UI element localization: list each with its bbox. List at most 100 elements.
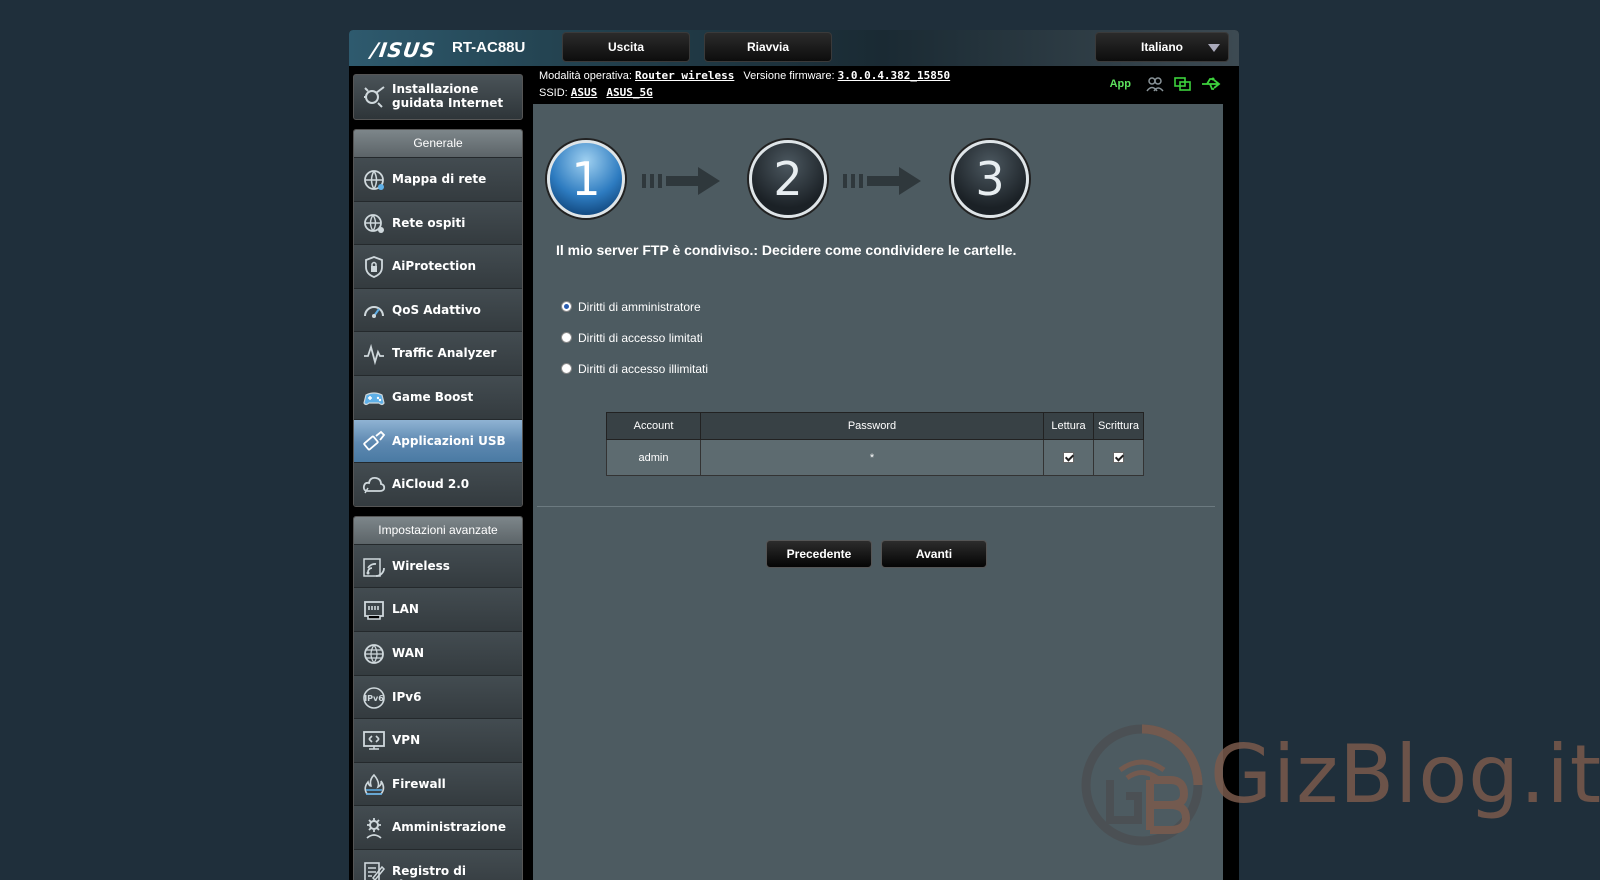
divider xyxy=(537,506,1215,507)
sidebar-item-mappa-di-rete[interactable]: Mappa di rete xyxy=(354,157,522,201)
radio-limited-access[interactable]: Diritti di accesso limitati xyxy=(561,331,703,345)
wizard-wand-icon xyxy=(364,86,385,108)
radio-dot[interactable] xyxy=(561,363,572,374)
radio-unlimited-access[interactable]: Diritti di accesso illimitati xyxy=(561,362,708,376)
usb-apps-icon xyxy=(363,430,386,450)
sidebar-item-label: Traffic Analyzer xyxy=(392,346,497,361)
radio-label: Diritti di accesso illimitati xyxy=(578,362,709,376)
table-header-row: Account Password Lettura Scrittura xyxy=(606,412,1144,440)
firmware-label: Versione firmware: xyxy=(743,70,835,82)
quick-internet-setup-button[interactable]: Installazione guidata Internet xyxy=(353,74,523,120)
col-header-password: Password xyxy=(700,412,1044,440)
watermark-text: GizBlog.it xyxy=(1210,728,1600,821)
gauge-icon xyxy=(364,305,384,318)
sidebar-item-amministrazione[interactable]: Amministrazione xyxy=(354,805,522,849)
reboot-button[interactable]: Riavvia xyxy=(704,32,832,62)
chevron-down-icon xyxy=(1208,44,1220,52)
guest-network-icon xyxy=(364,213,384,233)
step-arrow-icon xyxy=(642,167,720,195)
sidebar-item-lan[interactable]: LAN xyxy=(354,587,522,631)
clients-icon[interactable] xyxy=(1145,76,1165,92)
usb-icon[interactable] xyxy=(1201,76,1221,92)
network-map-icon xyxy=(364,170,384,190)
gizblog-logo-icon xyxy=(1081,724,1203,846)
read-checkbox[interactable] xyxy=(1063,452,1074,464)
step-indicator-2: 2 xyxy=(749,140,827,218)
language-select[interactable]: Italiano xyxy=(1095,32,1229,62)
read-cell xyxy=(1043,439,1094,476)
advanced-menu-header: Impostazioni avanzate xyxy=(354,516,522,544)
sidebar-item-traffic-analyzer[interactable]: Traffic Analyzer xyxy=(354,331,522,375)
asus-logo: /ISUS xyxy=(369,38,438,62)
write-cell xyxy=(1093,439,1144,476)
cloud-icon xyxy=(362,477,386,494)
page-title: Il mio server FTP è condiviso.: Decidere… xyxy=(556,242,1017,258)
sidebar-item-vpn[interactable]: VPN xyxy=(354,718,522,762)
table-row: admin * xyxy=(606,439,1144,476)
next-button[interactable]: Avanti xyxy=(881,540,987,568)
col-header-write: Scrittura xyxy=(1093,412,1144,440)
globe-icon xyxy=(364,644,384,664)
step-indicator-3: 3 xyxy=(951,140,1029,218)
status-icons: App xyxy=(1110,76,1221,92)
sidebar: Installazione guidata Internet Generale … xyxy=(353,74,523,880)
radio-label: Diritti di accesso limitati xyxy=(578,331,703,345)
sidebar-item-label: Rete ospiti xyxy=(392,215,466,230)
top-header: /ISUS RT-AC88U Uscita Riavvia Italiano xyxy=(349,30,1239,66)
sidebar-item-rete-ospiti[interactable]: Rete ospiti xyxy=(354,200,522,245)
sidebar-item-qos-adattivo[interactable]: QoS Adattivo xyxy=(354,287,522,332)
radio-dot[interactable] xyxy=(561,301,572,312)
sidebar-item-game-boost[interactable]: Game Boost xyxy=(354,374,522,419)
sidebar-item-label: Wireless xyxy=(392,558,450,573)
sidebar-item-label: LAN xyxy=(392,602,419,617)
app-link[interactable]: App xyxy=(1110,78,1131,90)
ssid-link-5ghz[interactable]: ASUS_5G xyxy=(606,86,652,99)
operation-mode-link[interactable]: Router wireless xyxy=(635,69,734,82)
firmware-version-link[interactable]: 3.0.0.4.382_15850 xyxy=(838,69,951,82)
sidebar-item-wan[interactable]: WAN xyxy=(354,630,522,675)
sidebar-item-aiprotection[interactable]: AiProtection xyxy=(354,244,522,288)
sidebar-item-aicloud-2-0[interactable]: AiCloud 2.0 xyxy=(354,462,522,506)
account-cell: admin xyxy=(606,439,701,476)
quick-setup-label: Installazione guidata Internet xyxy=(392,82,504,110)
shield-lock-icon xyxy=(365,256,383,279)
sidebar-item-applicazioni-usb[interactable]: Applicazioni USB xyxy=(354,418,522,463)
vpn-icon xyxy=(363,731,385,750)
traffic-analyzer-icon xyxy=(364,344,384,366)
logout-button[interactable]: Uscita xyxy=(562,32,690,62)
sidebar-item-label: AiCloud 2.0 xyxy=(392,477,470,492)
radio-label: Diritti di amministratore xyxy=(578,300,701,314)
col-header-account: Account xyxy=(606,412,701,440)
previous-button[interactable]: Precedente xyxy=(766,540,872,568)
sidebar-item-label: Registro di sistema xyxy=(392,863,467,880)
step-arrow-icon xyxy=(843,167,921,195)
step-indicator-1: 1 xyxy=(547,140,625,218)
gamepad-icon xyxy=(363,392,385,406)
language-label: Italiano xyxy=(1140,40,1183,54)
lan-icon xyxy=(364,601,384,621)
svg-text:IPv6: IPv6 xyxy=(364,694,384,703)
wifi-icon xyxy=(363,558,385,577)
sidebar-item-wireless[interactable]: Wireless xyxy=(354,543,522,588)
write-checkbox[interactable] xyxy=(1113,452,1124,464)
sidebar-item-label: VPN xyxy=(392,733,421,748)
general-menu-header: Generale xyxy=(354,130,522,157)
log-icon xyxy=(364,862,386,880)
sidebar-item-label: WAN xyxy=(392,645,425,660)
router-model: RT-AC88U xyxy=(452,39,526,56)
radio-dot[interactable] xyxy=(561,332,572,343)
ssid-link-24ghz[interactable]: ASUS xyxy=(571,86,598,99)
general-menu-group: Generale Mappa di rete Rete ospiti AiProte… xyxy=(353,129,523,507)
radio-admin-rights[interactable]: Diritti di amministratore xyxy=(561,300,701,314)
sidebar-item-label: Amministrazione xyxy=(392,820,506,835)
sidebar-item-firewall[interactable]: Firewall xyxy=(354,761,522,806)
sidebar-item-registro-di-sistema[interactable]: Registro di sistema xyxy=(354,848,522,880)
col-header-read: Lettura xyxy=(1043,412,1094,440)
sidebar-item-label: QoS Adattivo xyxy=(392,302,481,317)
sidebar-item-label: Mappa di rete xyxy=(392,172,487,186)
sidebar-item-label: IPv6 xyxy=(392,689,422,704)
sidebar-item-ipv6[interactable]: IPv6 IPv6 xyxy=(354,674,522,719)
network-status-icon[interactable] xyxy=(1173,76,1193,92)
advanced-menu-group: Impostazioni avanzate Wireless LAN WAN IPv6… xyxy=(353,515,523,880)
mode-label: Modalità operativa: xyxy=(539,70,632,82)
